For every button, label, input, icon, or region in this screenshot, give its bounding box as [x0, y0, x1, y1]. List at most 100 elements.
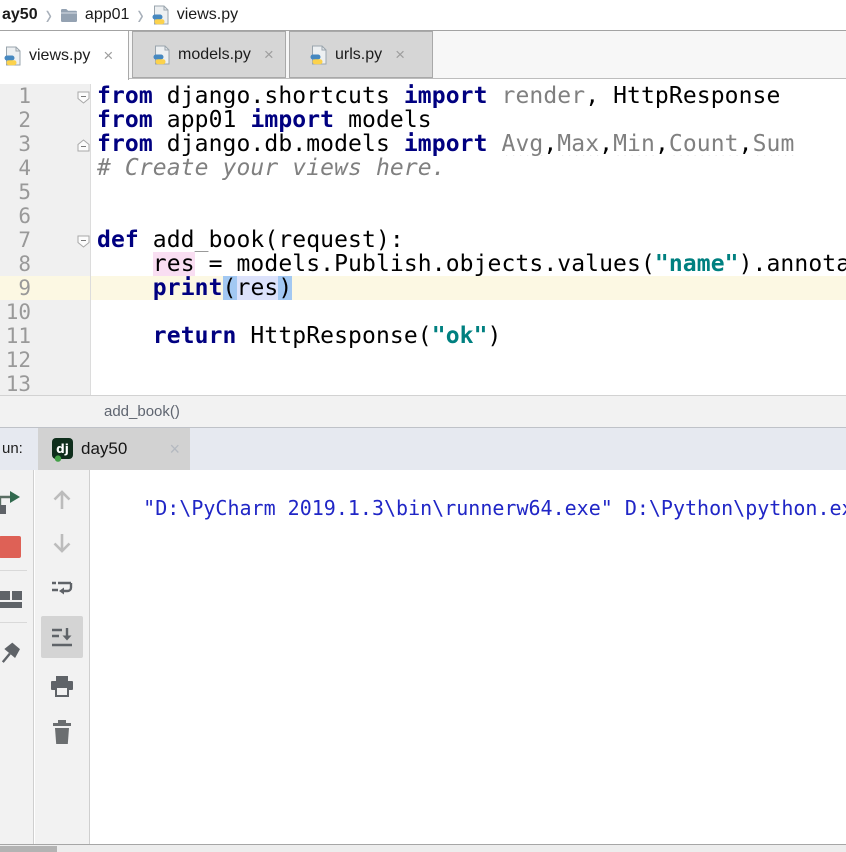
member-breadcrumb[interactable]: add_book() [104, 403, 180, 420]
tab-views-py[interactable]: views.py × [0, 31, 129, 80]
code-line-4: 4 # Create your views here. [0, 156, 846, 180]
code-text[interactable]: def add_book(request): [91, 228, 846, 252]
gutter[interactable]: 9 [0, 276, 91, 300]
code-text[interactable]: print(res) [91, 276, 846, 300]
code-text[interactable]: from django.db.models import Avg,Max,Min… [91, 132, 846, 156]
run-console-output[interactable]: "D:\PyCharm 2019.1.3\bin\runnerw64.exe" … [91, 470, 846, 844]
breadcrumb-item-app01[interactable]: app01 [85, 6, 130, 24]
clear-all-button[interactable] [45, 715, 79, 749]
gutter[interactable]: 1 [0, 84, 91, 108]
step-down-icon [47, 529, 77, 559]
navigation-member-bar: add_book() [0, 395, 846, 427]
tab-label: models.py [178, 46, 251, 64]
code-text[interactable] [91, 372, 846, 395]
code-text[interactable] [91, 180, 846, 204]
gutter[interactable]: 8 [0, 252, 91, 276]
horizontal-scrollbar[interactable] [0, 844, 846, 852]
gutter[interactable]: 5 [0, 180, 91, 204]
soft-wrap-icon [48, 575, 76, 603]
pin-tab-icon [0, 642, 24, 668]
run-tab-label: day50 [81, 439, 127, 459]
stop-button[interactable] [0, 530, 28, 564]
gutter[interactable]: 7 [0, 228, 91, 252]
fold-down-icon[interactable] [77, 89, 90, 102]
code-line-13: 13 [0, 372, 846, 395]
tab-label: views.py [29, 47, 90, 65]
gutter[interactable]: 13 [0, 372, 91, 395]
line-number: 6 [0, 204, 31, 228]
run-tool-window-tabs: un: dj day50 × [0, 427, 846, 470]
code-text[interactable] [91, 300, 846, 324]
close-icon[interactable]: × [103, 46, 113, 66]
code-line-3: 3from django.db.models import Avg,Max,Mi… [0, 132, 846, 156]
code-text[interactable]: # Create your views here. [91, 156, 846, 180]
rerun-icon [0, 487, 25, 515]
gutter[interactable]: 2 [0, 108, 91, 132]
scroll-to-end-icon [48, 623, 76, 651]
close-icon[interactable]: × [169, 439, 180, 460]
breadcrumb-item-ay50[interactable]: ay50 [2, 6, 38, 24]
fold-up-icon[interactable] [77, 137, 90, 150]
gutter[interactable]: 11 [0, 324, 91, 348]
python-file-icon [4, 46, 22, 66]
gutter[interactable]: 10 [0, 300, 91, 324]
scrollbar-thumb[interactable] [0, 846, 57, 852]
step-up-button[interactable] [45, 482, 79, 516]
code-text[interactable] [91, 204, 846, 228]
toolbar-separator [0, 570, 27, 571]
code-text[interactable]: from django.shortcuts import render, Htt… [91, 84, 846, 108]
fold-down-icon[interactable] [77, 233, 90, 246]
run-label: un: [2, 428, 23, 470]
code-text[interactable] [91, 348, 846, 372]
code-editor[interactable]: 1 from django.shortcuts import render, Ht… [0, 79, 846, 395]
soft-wrap-button[interactable] [45, 572, 79, 606]
restore-layout-button[interactable] [0, 582, 28, 616]
code-text[interactable]: res = models.Publish.objects.values("nam… [91, 252, 846, 276]
gutter[interactable]: 4 [0, 156, 91, 180]
svg-text:dj: dj [56, 442, 69, 456]
python-file-icon [153, 45, 171, 65]
chevron-separator-icon: › [136, 1, 144, 30]
line-number: 10 [0, 300, 31, 324]
gutter[interactable]: 6 [0, 204, 91, 228]
code-text[interactable]: from app01 import models [91, 108, 846, 132]
print-button[interactable] [45, 670, 79, 704]
print-icon [49, 674, 75, 700]
gutter[interactable]: 3 [0, 132, 91, 156]
toolbar-separator [0, 622, 27, 623]
line-number: 4 [0, 156, 31, 180]
run-toolbar-left [0, 470, 34, 844]
breadcrumb: ay50 › app01 › views.py [0, 0, 846, 30]
tab-models-py[interactable]: models.py × [132, 31, 286, 78]
pin-tab-button[interactable] [0, 638, 28, 672]
code-line-10: 10 [0, 300, 846, 324]
code-line-6: 6 [0, 204, 846, 228]
code-line-1: 1 from django.shortcuts import render, Ht… [0, 84, 846, 108]
chevron-separator-icon: › [45, 1, 53, 30]
code-line-9: 9 print(res) [0, 276, 846, 300]
line-number: 1 [0, 84, 31, 108]
run-tab-day50[interactable]: dj day50 × [38, 428, 190, 470]
line-number: 12 [0, 348, 31, 372]
code-line-5: 5 [0, 180, 846, 204]
clear-all-icon [50, 719, 74, 745]
code-text[interactable]: return HttpResponse("ok") [91, 324, 846, 348]
scroll-to-end-button[interactable] [41, 616, 83, 658]
close-icon[interactable]: × [264, 45, 274, 65]
rerun-button[interactable] [0, 484, 28, 518]
code-line-2: 2from app01 import models [0, 108, 846, 132]
python-file-icon [310, 45, 328, 65]
python-file-icon [152, 5, 170, 25]
step-up-icon [47, 484, 77, 514]
gutter[interactable]: 12 [0, 348, 91, 372]
code-line-12: 12 [0, 348, 846, 372]
editor-tab-bar: views.py×models.py×urls.py× [0, 30, 846, 78]
close-icon[interactable]: × [395, 45, 405, 65]
console-toolbar [35, 470, 90, 844]
step-down-button[interactable] [45, 527, 79, 561]
code-line-11: 11 return HttpResponse("ok") [0, 324, 846, 348]
tab-urls-py[interactable]: urls.py× [289, 31, 433, 78]
breadcrumb-item-views-py[interactable]: views.py [177, 6, 238, 24]
line-number: 5 [0, 180, 31, 204]
line-number: 7 [0, 228, 31, 252]
